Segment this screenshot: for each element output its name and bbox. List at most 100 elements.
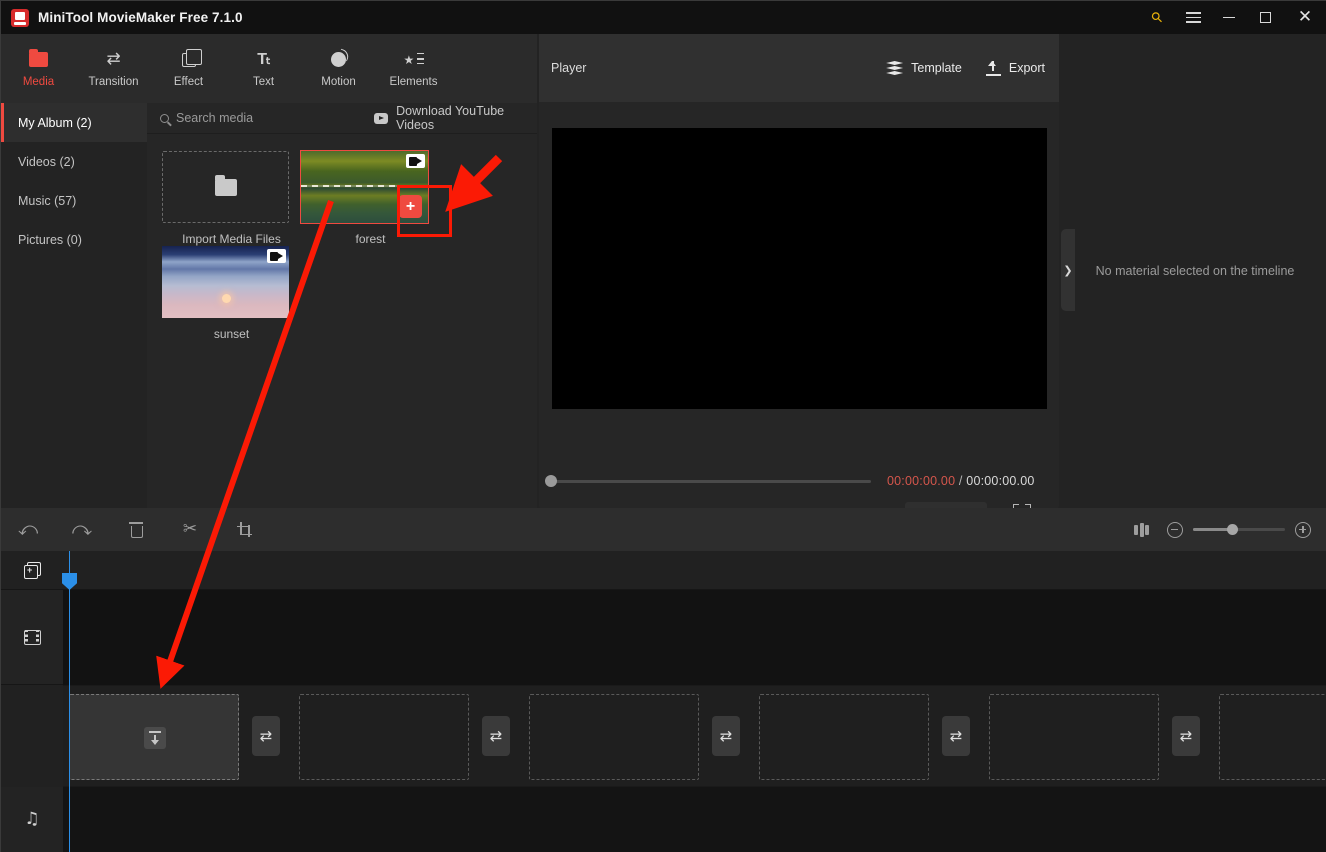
time-separator: / bbox=[958, 474, 963, 488]
delete-button[interactable] bbox=[109, 508, 163, 551]
sidebar-item-my-album[interactable]: My Album (2) bbox=[1, 103, 147, 142]
add-transition-button[interactable]: ⇄ bbox=[1172, 716, 1200, 756]
add-transition-button[interactable]: ⇄ bbox=[252, 716, 280, 756]
timeline-dropzone[interactable] bbox=[529, 694, 699, 780]
transition-icon: ⇄ bbox=[1179, 727, 1193, 745]
timecode-display: 00:00:00.00 / 00:00:00.00 bbox=[887, 474, 1035, 488]
split-button[interactable]: ✂ bbox=[163, 508, 217, 551]
undo-icon: ⤺ bbox=[17, 518, 39, 540]
text-icon: Tₜ bbox=[257, 50, 270, 68]
template-button[interactable]: Template bbox=[886, 61, 962, 75]
maximize-button[interactable] bbox=[1247, 1, 1283, 34]
main-toolbar: Media ⇄ Transition Effect Tₜ Text Motion… bbox=[1, 34, 537, 103]
tab-motion[interactable]: Motion bbox=[301, 34, 376, 103]
import-media-label: Import Media Files bbox=[182, 232, 281, 246]
download-youtube-label: Download YouTube Videos bbox=[396, 104, 505, 132]
tab-effect[interactable]: Effect bbox=[151, 34, 226, 103]
add-track-icon: + bbox=[23, 561, 41, 579]
video-preview-stage[interactable] bbox=[552, 128, 1047, 409]
seek-slider[interactable] bbox=[545, 475, 871, 487]
media-thumbnail[interactable] bbox=[162, 246, 289, 318]
minimize-button[interactable] bbox=[1211, 1, 1247, 34]
add-track-button[interactable]: + bbox=[1, 551, 63, 589]
zoom-in-button[interactable] bbox=[1295, 521, 1311, 538]
panel-collapse-button[interactable]: ❯ bbox=[1061, 229, 1075, 311]
timeline-toolbar: ⤺ ⤺ ✂ bbox=[1, 508, 1326, 551]
export-button[interactable]: Export bbox=[985, 60, 1045, 76]
sidebar-item-label: Pictures (0) bbox=[18, 232, 82, 247]
timeline-track-headers: + ♫ bbox=[1, 551, 63, 852]
zoom-out-button[interactable] bbox=[1167, 521, 1183, 538]
tab-text[interactable]: Tₜ Text bbox=[226, 34, 301, 103]
close-button[interactable]: ✕ bbox=[1283, 1, 1326, 34]
add-to-timeline-highlight bbox=[397, 185, 452, 237]
crop-icon bbox=[236, 522, 252, 537]
timeline-track-upper[interactable] bbox=[63, 589, 1326, 685]
media-panel: Download YouTube Videos Import Media Fil… bbox=[147, 103, 537, 508]
playhead[interactable] bbox=[62, 551, 77, 852]
tab-text-label: Text bbox=[252, 75, 275, 88]
window-controls: ⚲ ✕ bbox=[1139, 1, 1326, 34]
search-box[interactable] bbox=[160, 111, 326, 125]
track-header-audio[interactable]: ♫ bbox=[1, 787, 63, 852]
tab-transition-label: Transition bbox=[88, 75, 139, 88]
timeline-dropzone[interactable] bbox=[299, 694, 469, 780]
timeline-track-main[interactable]: ⇄ ⇄ ⇄ ⇄ ⇄ bbox=[63, 686, 1326, 786]
download-youtube-button[interactable]: Download YouTube Videos bbox=[374, 104, 537, 132]
crop-button[interactable] bbox=[217, 508, 271, 551]
tab-effect-label: Effect bbox=[173, 75, 204, 88]
timeline-ruler[interactable] bbox=[63, 551, 1326, 589]
tab-elements[interactable]: ★ Elements bbox=[376, 34, 451, 103]
import-media-cell[interactable]: Import Media Files bbox=[162, 151, 301, 246]
tab-media[interactable]: Media bbox=[1, 34, 76, 103]
import-dropzone[interactable] bbox=[162, 151, 289, 223]
timeline-dropzone[interactable] bbox=[69, 694, 239, 780]
sidebar-item-videos[interactable]: Videos (2) bbox=[1, 142, 147, 181]
sun-decoration bbox=[222, 294, 231, 303]
undo-button[interactable]: ⤺ bbox=[1, 508, 55, 551]
timeline-dropzone[interactable] bbox=[989, 694, 1159, 780]
timeline: + ♫ ⇄ ⇄ ⇄ ⇄ ⇄ bbox=[1, 551, 1326, 852]
fit-to-screen-icon[interactable] bbox=[1134, 522, 1149, 537]
add-transition-button[interactable]: ⇄ bbox=[482, 716, 510, 756]
export-label: Export bbox=[1008, 61, 1045, 75]
title-bar: MiniTool MovieMaker Free 7.1.0 ⚲ ✕ bbox=[1, 1, 1326, 34]
scissors-icon: ✂ bbox=[182, 519, 198, 539]
transition-icon: ⇄ bbox=[949, 727, 963, 745]
drop-here-icon bbox=[144, 727, 166, 749]
timeline-dropzone[interactable] bbox=[759, 694, 929, 780]
player-panel: Player Template Export 00:00:00.00 / 00:… bbox=[539, 34, 1059, 526]
seek-handle[interactable] bbox=[545, 475, 557, 487]
add-transition-button[interactable]: ⇄ bbox=[712, 716, 740, 756]
youtube-icon bbox=[374, 112, 389, 124]
video-badge-icon bbox=[406, 154, 425, 168]
folder-icon bbox=[29, 49, 48, 70]
key-icon[interactable]: ⚲ bbox=[1139, 1, 1175, 34]
player-header: Player Template Export bbox=[539, 34, 1059, 102]
folder-icon bbox=[214, 175, 237, 196]
sidebar-item-pictures[interactable]: Pictures (0) bbox=[1, 220, 147, 259]
menu-icon[interactable] bbox=[1175, 1, 1211, 34]
sidebar-item-music[interactable]: Music (57) bbox=[1, 181, 147, 220]
transition-icon: ⇄ bbox=[106, 49, 121, 69]
search-input[interactable] bbox=[176, 111, 326, 125]
app-logo-icon bbox=[11, 8, 29, 27]
motion-icon bbox=[331, 50, 346, 70]
media-item-sunset[interactable]: sunset bbox=[162, 246, 301, 341]
search-icon bbox=[160, 113, 169, 123]
add-transition-button[interactable]: ⇄ bbox=[942, 716, 970, 756]
track-header-video[interactable] bbox=[1, 589, 63, 685]
app-title: MiniTool MovieMaker Free 7.1.0 bbox=[38, 10, 243, 25]
media-item-label: sunset bbox=[213, 327, 250, 341]
timeline-dropzone[interactable] bbox=[1219, 694, 1326, 780]
total-time: 00:00:00.00 bbox=[966, 474, 1035, 488]
music-icon: ♫ bbox=[24, 809, 40, 829]
sidebar-item-label: Music (57) bbox=[18, 193, 77, 208]
transition-icon: ⇄ bbox=[719, 727, 733, 745]
tab-media-label: Media bbox=[22, 75, 55, 88]
timeline-track-audio[interactable] bbox=[63, 787, 1326, 852]
tab-transition[interactable]: ⇄ Transition bbox=[76, 34, 151, 103]
zoom-handle[interactable] bbox=[1227, 524, 1238, 536]
redo-button[interactable]: ⤺ bbox=[55, 508, 109, 551]
zoom-slider[interactable] bbox=[1193, 524, 1285, 536]
